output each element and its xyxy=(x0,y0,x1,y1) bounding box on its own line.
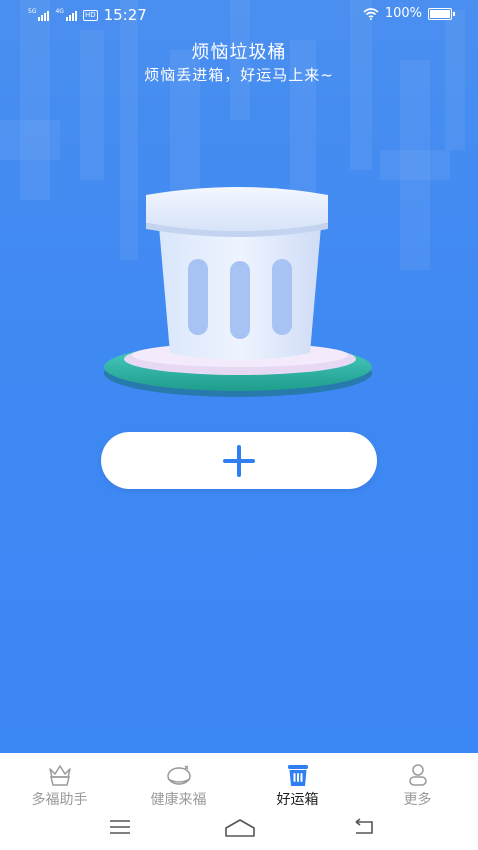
wifi-icon xyxy=(363,7,379,20)
tab-label: 健康来福 xyxy=(150,792,207,808)
network-label-4g: 4G xyxy=(55,8,64,15)
tab-more[interactable]: 更多 xyxy=(358,761,477,809)
add-worry-button[interactable] xyxy=(101,432,377,489)
trash-bin-icon xyxy=(287,765,308,786)
menu-icon[interactable] xyxy=(108,818,132,836)
system-nav-bar xyxy=(0,808,478,850)
crown-basket-icon xyxy=(48,765,71,786)
tab-health[interactable]: 健康来福 xyxy=(119,761,238,809)
status-bar-left: 5G 4G HD 15:27 xyxy=(28,6,147,24)
battery-percent: 100% xyxy=(384,6,422,21)
tab-label: 好运箱 xyxy=(276,792,319,808)
screen: 5G 4G HD 15:27 100% 烦恼垃圾桶 烦恼丢进箱，好运马上来~ 多… xyxy=(0,0,478,850)
clock: 15:27 xyxy=(103,6,147,24)
tab-lucky-box[interactable]: 好运箱 xyxy=(238,761,357,809)
hd-badge: HD xyxy=(82,9,98,21)
trash-bin-icon xyxy=(104,187,372,397)
tab-duofu-assistant[interactable]: 多福助手 xyxy=(0,761,119,809)
battery-icon xyxy=(428,7,455,20)
trash-bin-illustration xyxy=(100,185,380,405)
network-label-5g: 5G xyxy=(28,8,37,15)
signal-5g-icon: 5G xyxy=(28,8,50,21)
page-subtitle: 烦恼丢进箱，好运马上来~ xyxy=(144,66,334,84)
plus-icon xyxy=(223,444,255,477)
tab-label: 更多 xyxy=(403,792,432,808)
back-icon[interactable] xyxy=(352,818,376,836)
signal-4g-icon: 4G xyxy=(55,8,77,21)
health-bag-icon xyxy=(166,765,191,785)
person-icon xyxy=(408,764,427,786)
status-bar-right: 100% xyxy=(363,6,455,21)
status-bar: 5G 4G HD 15:27 100% xyxy=(0,0,478,30)
tab-label: 多福助手 xyxy=(31,792,88,808)
home-icon[interactable] xyxy=(224,818,256,838)
page-title: 烦恼垃圾桶 xyxy=(191,42,287,63)
